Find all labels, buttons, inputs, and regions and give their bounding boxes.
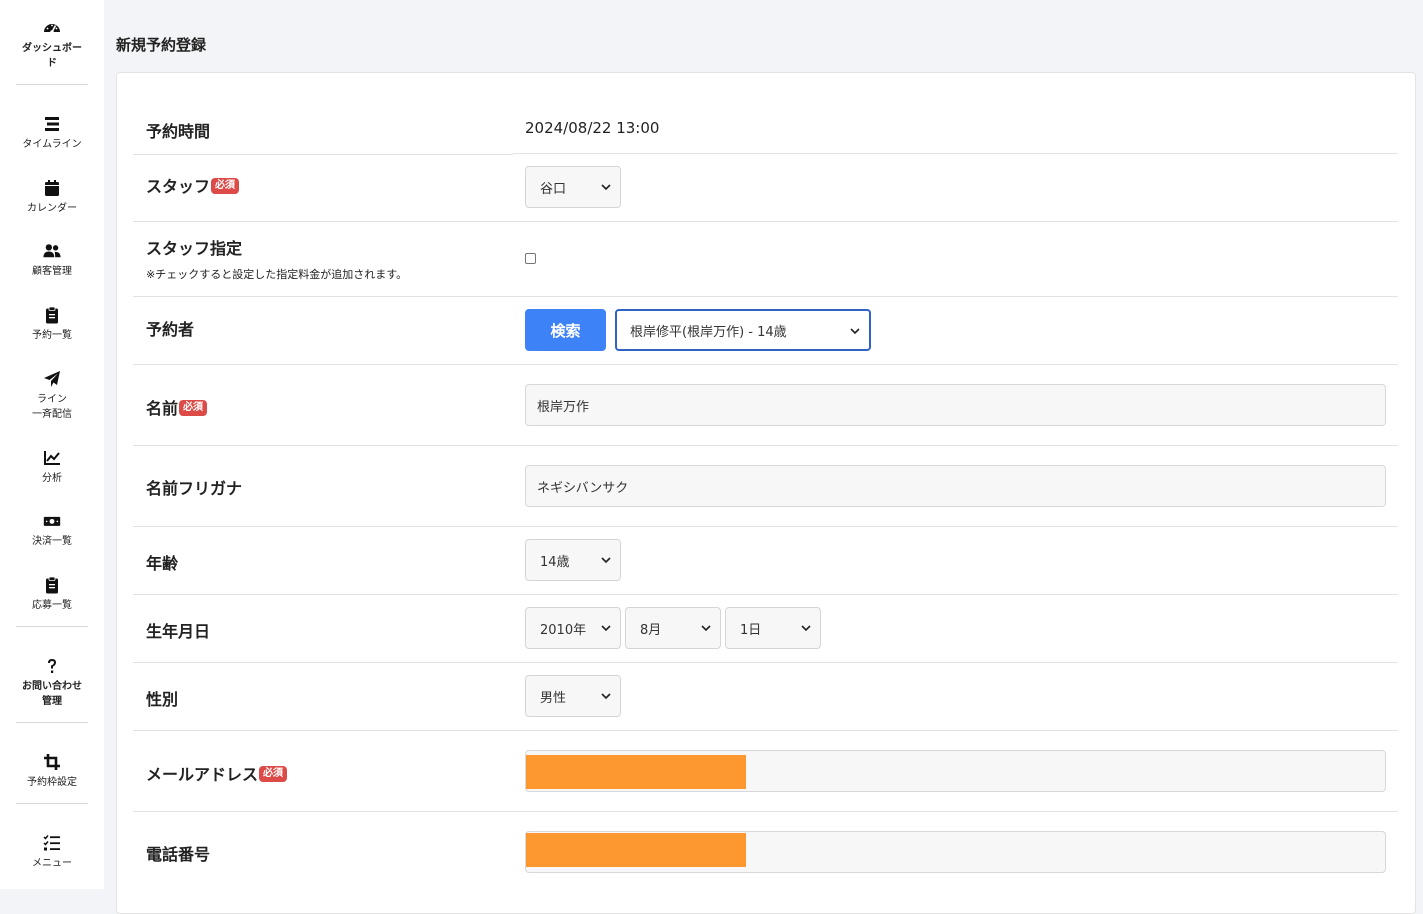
name-kana-field[interactable]: ネギシバンサク bbox=[525, 465, 1386, 507]
sidebar-divider bbox=[16, 626, 88, 627]
staff-designation-checkbox[interactable] bbox=[525, 253, 536, 264]
crop-icon bbox=[44, 754, 60, 770]
sidebar-item-label: タイムライン bbox=[22, 139, 82, 150]
reserver-select-value: 根岸修平(根岸万作) - 14歳 bbox=[630, 324, 787, 340]
sidebar-item-calendar[interactable]: カレンダー bbox=[0, 179, 104, 216]
redaction-block bbox=[526, 833, 746, 867]
staff-label-text: スタッフ bbox=[146, 177, 211, 196]
question-icon bbox=[48, 659, 56, 673]
users-icon bbox=[43, 244, 61, 258]
sidebar-divider bbox=[16, 803, 88, 804]
email-label: メールアドレス 必須 bbox=[146, 761, 288, 785]
phone-label: 電話番号 bbox=[146, 845, 211, 864]
sidebar-item-label: 応募一覧 bbox=[32, 600, 72, 611]
birth-day-value: 1日 bbox=[740, 622, 762, 638]
age-select-value: 14歳 bbox=[540, 554, 570, 570]
sidebar-item-menu[interactable]: メニュー bbox=[0, 834, 104, 871]
row-age bbox=[133, 526, 1398, 595]
age-label: 年齢 bbox=[146, 554, 179, 573]
birthdate-label: 生年月日 bbox=[146, 622, 211, 641]
chevron-down-icon bbox=[601, 625, 611, 632]
sidebar-item-customers[interactable]: 顧客管理 bbox=[0, 242, 104, 279]
clipboard-icon bbox=[46, 306, 58, 324]
birth-month-select[interactable]: 8月 bbox=[625, 607, 721, 649]
staff-select-value: 谷口 bbox=[540, 181, 567, 197]
chevron-down-icon bbox=[850, 328, 860, 335]
money-bill-icon bbox=[43, 516, 61, 526]
sidebar-item-reservations[interactable]: 予約一覧 bbox=[0, 306, 104, 343]
sidebar-item-label: 予約枠設定 bbox=[27, 777, 77, 788]
page-title: 新規予約登録 bbox=[116, 36, 207, 54]
staff-designation-note: ※チェックすると設定した指定料金が追加されます。 bbox=[146, 268, 408, 281]
chevron-down-icon bbox=[601, 557, 611, 564]
name-kana-label: 名前フリガナ bbox=[146, 479, 243, 498]
staff-label: スタッフ 必須 bbox=[146, 173, 240, 197]
sidebar-item-label: カレンダー bbox=[27, 203, 77, 214]
email-label-text: メールアドレス bbox=[146, 765, 259, 784]
checklist-icon bbox=[43, 835, 60, 851]
reserver-label: 予約者 bbox=[146, 320, 195, 339]
sidebar-item-label: 分析 bbox=[42, 473, 62, 484]
sidebar-item-label: お問い合わせ 管理 bbox=[22, 681, 82, 707]
sidebar-item-dashboard[interactable]: ダッシュボー ド bbox=[0, 19, 104, 71]
sidebar-item-payments[interactable]: 決済一覧 bbox=[0, 512, 104, 549]
reservation-time-label: 予約時間 bbox=[146, 122, 211, 141]
name-label: 名前 必須 bbox=[146, 395, 208, 419]
staff-designation-label: スタッフ指定 bbox=[146, 239, 243, 258]
row-staff bbox=[133, 154, 1398, 222]
sidebar-item-label: ダッシュボー ド bbox=[22, 43, 82, 69]
gender-select[interactable]: 男性 bbox=[525, 675, 621, 717]
name-label-text: 名前 bbox=[146, 399, 179, 418]
search-button[interactable]: 検索 bbox=[525, 309, 606, 351]
reserver-select[interactable]: 根岸修平(根岸万作) - 14歳 bbox=[615, 309, 871, 351]
staff-select[interactable]: 谷口 bbox=[525, 166, 621, 208]
chevron-down-icon bbox=[601, 184, 611, 191]
sidebar-divider bbox=[16, 84, 88, 85]
birth-year-select[interactable]: 2010年 bbox=[525, 607, 621, 649]
birth-month-value: 8月 bbox=[640, 622, 662, 638]
line-chart-icon bbox=[44, 451, 60, 465]
gender-select-value: 男性 bbox=[540, 690, 567, 706]
sidebar: ダッシュボー ド タイムライン カレンダー 顧客管理 予約一覧 ライン 一斉配信… bbox=[0, 0, 104, 889]
required-badge: 必須 bbox=[179, 400, 208, 416]
birth-day-select[interactable]: 1日 bbox=[725, 607, 821, 649]
sidebar-item-inquiries[interactable]: お問い合わせ 管理 bbox=[0, 657, 104, 709]
redaction-block bbox=[526, 755, 746, 789]
age-select[interactable]: 14歳 bbox=[525, 539, 621, 581]
gender-label: 性別 bbox=[146, 690, 179, 709]
sidebar-item-timeline[interactable]: タイムライン bbox=[0, 115, 104, 152]
name-field[interactable]: 根岸万作 bbox=[525, 384, 1386, 426]
paper-plane-icon bbox=[44, 371, 60, 387]
row-staff-designation bbox=[133, 221, 1398, 297]
sidebar-item-label: メニュー bbox=[32, 858, 72, 869]
sidebar-item-analytics[interactable]: 分析 bbox=[0, 449, 104, 486]
sidebar-item-label: 予約一覧 bbox=[32, 330, 72, 341]
dashboard-gauge-icon bbox=[44, 24, 60, 34]
sidebar-item-slot-settings[interactable]: 予約枠設定 bbox=[0, 753, 104, 790]
email-field[interactable] bbox=[525, 750, 1386, 792]
chevron-down-icon bbox=[801, 625, 811, 632]
sidebar-item-applications[interactable]: 応募一覧 bbox=[0, 576, 104, 613]
calendar-icon bbox=[45, 180, 59, 196]
timeline-bars-icon bbox=[45, 117, 59, 131]
sidebar-item-label: ライン 一斉配信 bbox=[32, 394, 72, 420]
row-gender bbox=[133, 662, 1398, 731]
sidebar-divider bbox=[16, 722, 88, 723]
required-badge: 必須 bbox=[259, 766, 288, 782]
phone-field[interactable] bbox=[525, 831, 1386, 873]
sidebar-item-label: 決済一覧 bbox=[32, 536, 72, 547]
required-badge: 必須 bbox=[211, 178, 240, 194]
clipboard-list-icon bbox=[46, 576, 58, 594]
chevron-down-icon bbox=[601, 693, 611, 700]
reservation-time-value: 2024/08/22 13:00 bbox=[525, 119, 660, 137]
birth-year-value: 2010年 bbox=[540, 622, 587, 638]
sidebar-item-label: 顧客管理 bbox=[32, 266, 72, 277]
sidebar-item-line-broadcast[interactable]: ライン 一斉配信 bbox=[0, 370, 104, 422]
chevron-down-icon bbox=[701, 625, 711, 632]
